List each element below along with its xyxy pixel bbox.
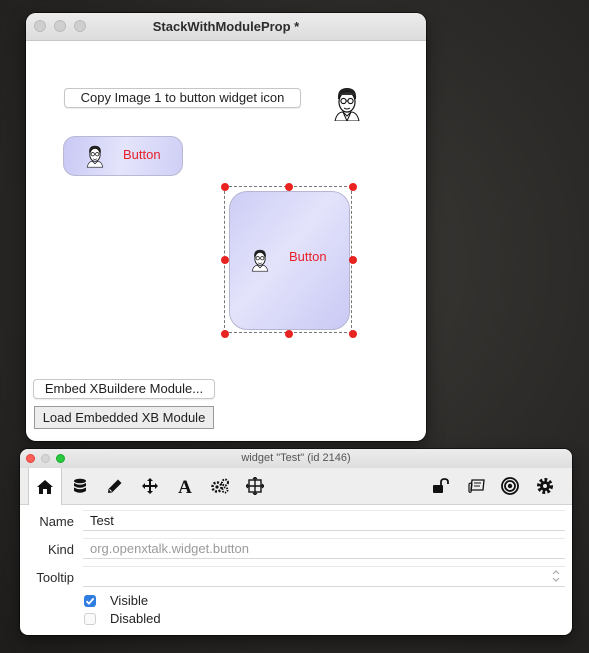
selected-button-widget[interactable]: Button bbox=[229, 191, 350, 330]
tab-geometry[interactable] bbox=[238, 468, 272, 504]
target-button[interactable] bbox=[493, 468, 527, 504]
inspector-titlebar[interactable]: widget "Test" (id 2146) bbox=[20, 449, 572, 469]
resize-handle-top-right[interactable] bbox=[349, 183, 357, 191]
resize-handle-bottom[interactable] bbox=[285, 330, 293, 338]
stack-window: StackWithModuleProp * Copy Image 1 to bu… bbox=[26, 13, 426, 441]
kind-label: Kind bbox=[47, 542, 74, 557]
disabled-checkbox[interactable] bbox=[84, 613, 96, 625]
resize-handle-top-left[interactable] bbox=[221, 183, 229, 191]
tooltip-stepper-icon[interactable] bbox=[551, 568, 561, 584]
tab-text[interactable]: A bbox=[168, 468, 202, 504]
name-field[interactable]: Test bbox=[83, 510, 565, 531]
target-icon bbox=[501, 477, 519, 495]
tab-colors[interactable] bbox=[98, 468, 132, 504]
text-icon: A bbox=[178, 477, 192, 495]
copy-image-button[interactable]: Copy Image 1 to button widget icon bbox=[64, 88, 301, 108]
embed-module-button[interactable]: Embed XBuildere Module... bbox=[33, 379, 215, 399]
load-module-button[interactable]: Load Embedded XB Module bbox=[34, 406, 214, 429]
inspector-toolbar: A bbox=[20, 468, 572, 505]
widget-portrait-icon bbox=[251, 249, 269, 272]
checkmark-icon bbox=[85, 597, 95, 605]
tab-advanced[interactable] bbox=[203, 468, 237, 504]
small-widget-label: Button bbox=[123, 147, 161, 162]
widget-portrait-icon bbox=[86, 145, 104, 168]
small-button-widget[interactable]: Button bbox=[63, 136, 183, 176]
disabled-label: Disabled bbox=[110, 611, 161, 626]
stack-window-title: StackWithModuleProp * bbox=[152, 19, 300, 34]
pencil-icon bbox=[108, 479, 122, 493]
lock-button[interactable] bbox=[424, 468, 458, 504]
svg-text:A: A bbox=[178, 477, 192, 495]
message-icon bbox=[468, 479, 485, 493]
resize-handle-left[interactable] bbox=[221, 256, 229, 264]
visible-label: Visible bbox=[110, 593, 149, 608]
resize-handle-bottom-left[interactable] bbox=[221, 330, 229, 338]
resize-handle-top[interactable] bbox=[285, 183, 293, 191]
resize-handle-right[interactable] bbox=[349, 256, 357, 264]
move-icon bbox=[142, 478, 158, 494]
tab-position[interactable] bbox=[133, 468, 167, 504]
big-widget-label: Button bbox=[289, 249, 327, 264]
property-inspector-window: widget "Test" (id 2146) A Name Test Kind… bbox=[20, 449, 572, 635]
gears-icon bbox=[211, 478, 229, 494]
kind-field: org.openxtalk.widget.button bbox=[83, 538, 565, 559]
gear-icon bbox=[537, 478, 553, 494]
geometry-icon bbox=[246, 477, 264, 495]
resize-handle-bottom-right[interactable] bbox=[349, 330, 357, 338]
message-box-button[interactable] bbox=[460, 468, 494, 504]
tooltip-label: Tooltip bbox=[36, 570, 74, 585]
stack-window-titlebar[interactable]: StackWithModuleProp * bbox=[26, 13, 426, 41]
home-icon bbox=[37, 479, 53, 494]
portrait-image[interactable] bbox=[330, 85, 364, 121]
lock-icon bbox=[433, 478, 449, 493]
inspector-title: widget "Test" (id 2146) bbox=[241, 452, 351, 464]
tab-custom-properties[interactable] bbox=[63, 468, 97, 504]
settings-button[interactable] bbox=[528, 468, 562, 504]
tooltip-field[interactable] bbox=[83, 566, 565, 587]
name-label: Name bbox=[39, 514, 74, 529]
tab-basic[interactable] bbox=[28, 468, 62, 505]
database-icon bbox=[74, 478, 86, 493]
visible-checkbox[interactable] bbox=[84, 595, 96, 607]
